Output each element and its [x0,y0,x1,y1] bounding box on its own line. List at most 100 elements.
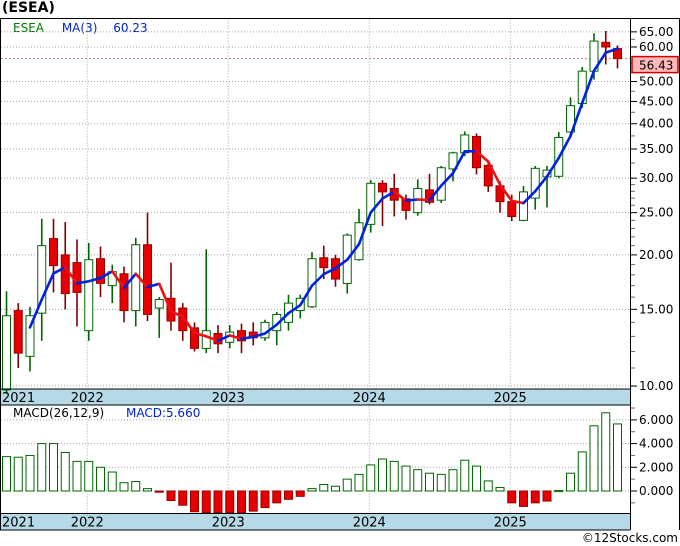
macd-bar [436,473,446,492]
price-axis: 65.0060.00 50.00 45.00 40.00 35.00 30.00 25.00… [1,25,673,393]
macd-bar [354,473,364,492]
year-label: 2025 [494,391,527,406]
macd-bar [389,460,399,492]
macd-bar [331,485,340,492]
macd-bar [319,483,329,492]
price-tick-label: 20.00 [639,248,673,262]
year-label: 2025 [494,516,527,531]
candle [25,306,35,372]
macd-bar [483,480,493,492]
year-label: 2022 [71,391,104,406]
candle [307,252,317,309]
year-label: 2024 [353,391,386,406]
year-label: 2024 [353,516,386,531]
price-tick-label: 10.00 [639,379,673,393]
price-tick-label: 50.00 [639,74,673,88]
price-tick-label: 30.00 [639,171,673,185]
macd-tick-label: 4.000 [639,437,673,451]
macd-bar [213,490,223,513]
candle [60,221,70,310]
candle [166,262,176,331]
macd-bar [401,465,411,492]
candles-layer [2,30,622,394]
macd-bar [460,459,470,492]
macd-bar [366,464,376,492]
candle [131,237,141,327]
macd-bar [49,443,58,492]
macd-bar [143,488,152,492]
macd-bar [260,490,270,509]
macd-bar [237,490,246,513]
year-label: 2022 [71,516,104,531]
candle [366,180,376,233]
candle [248,322,258,346]
year-label: 2023 [212,391,245,406]
macd-bar [60,451,70,492]
macd-bar [378,458,387,492]
macd-bar [154,490,164,493]
macd-bar [2,456,11,492]
date-bands [0,389,630,530]
macd-bar [495,486,505,492]
year-label: 2023 [212,516,245,531]
macd-tick-label: 6.000 [639,413,673,427]
macd-bar [554,489,564,493]
price-tick-label: 25.00 [639,206,673,220]
macd-bar [166,490,176,501]
macd-bars [2,412,622,513]
candle [13,303,23,369]
macd-bar [566,472,575,492]
stock-chart-canvas: 65.0060.00 50.00 45.00 40.00 35.00 30.00 25.00… [0,18,680,531]
candle [37,218,47,341]
candle [413,179,423,216]
macd-bar [84,460,94,492]
macd-bar [72,460,82,492]
macd-bar [96,466,105,492]
macd-bar [225,490,235,513]
macd-bar [601,412,611,492]
macd-bar [542,490,552,502]
macd-bar [25,454,35,492]
candle [84,242,94,341]
price-tick-label: 35.00 [639,142,673,156]
macd-bar [248,490,258,512]
year-label: 2021 [2,516,35,531]
macd-bar [472,465,481,492]
macd-bar [190,490,199,513]
macd-bar [284,490,293,500]
price-tick-label: 45.00 [639,94,673,108]
macd-bar [201,490,211,513]
ma-line [28,47,619,343]
macd-bar [13,456,23,492]
current-price-marker: 56.43 [631,55,679,74]
candle [119,266,129,323]
macd-bar [507,490,517,504]
candle [601,30,611,65]
macd-bar [107,471,117,492]
macd-bar [178,490,188,506]
macd-bar [519,490,528,507]
macd-tick-label: 0.000 [639,484,673,498]
candle [143,212,152,322]
candle [342,233,352,294]
macd-bar [589,425,599,492]
macd-bar [295,490,305,497]
price-tick-label: 15.00 [639,302,673,316]
candle [190,322,199,352]
price-tick-label: 40.00 [639,117,673,131]
macd-bar [272,490,282,504]
macd-bar [413,469,423,492]
macd-bar [577,451,587,492]
macd-bar [342,478,352,492]
macd-bar [119,482,129,492]
year-label: 2021 [2,391,35,406]
macd-bar [131,481,141,492]
macd-bar [307,488,317,492]
macd-tick-label: 2.000 [639,460,673,474]
macd-bar [613,423,622,492]
candle [96,246,105,298]
price-tick-label: 60.00 [639,40,673,54]
candle [272,311,282,346]
chart-window: (ESEA) ESEA MA(3) 60.23 MACD(26,12,9) MA… [0,0,680,546]
current-price-label: 56.43 [639,59,673,73]
